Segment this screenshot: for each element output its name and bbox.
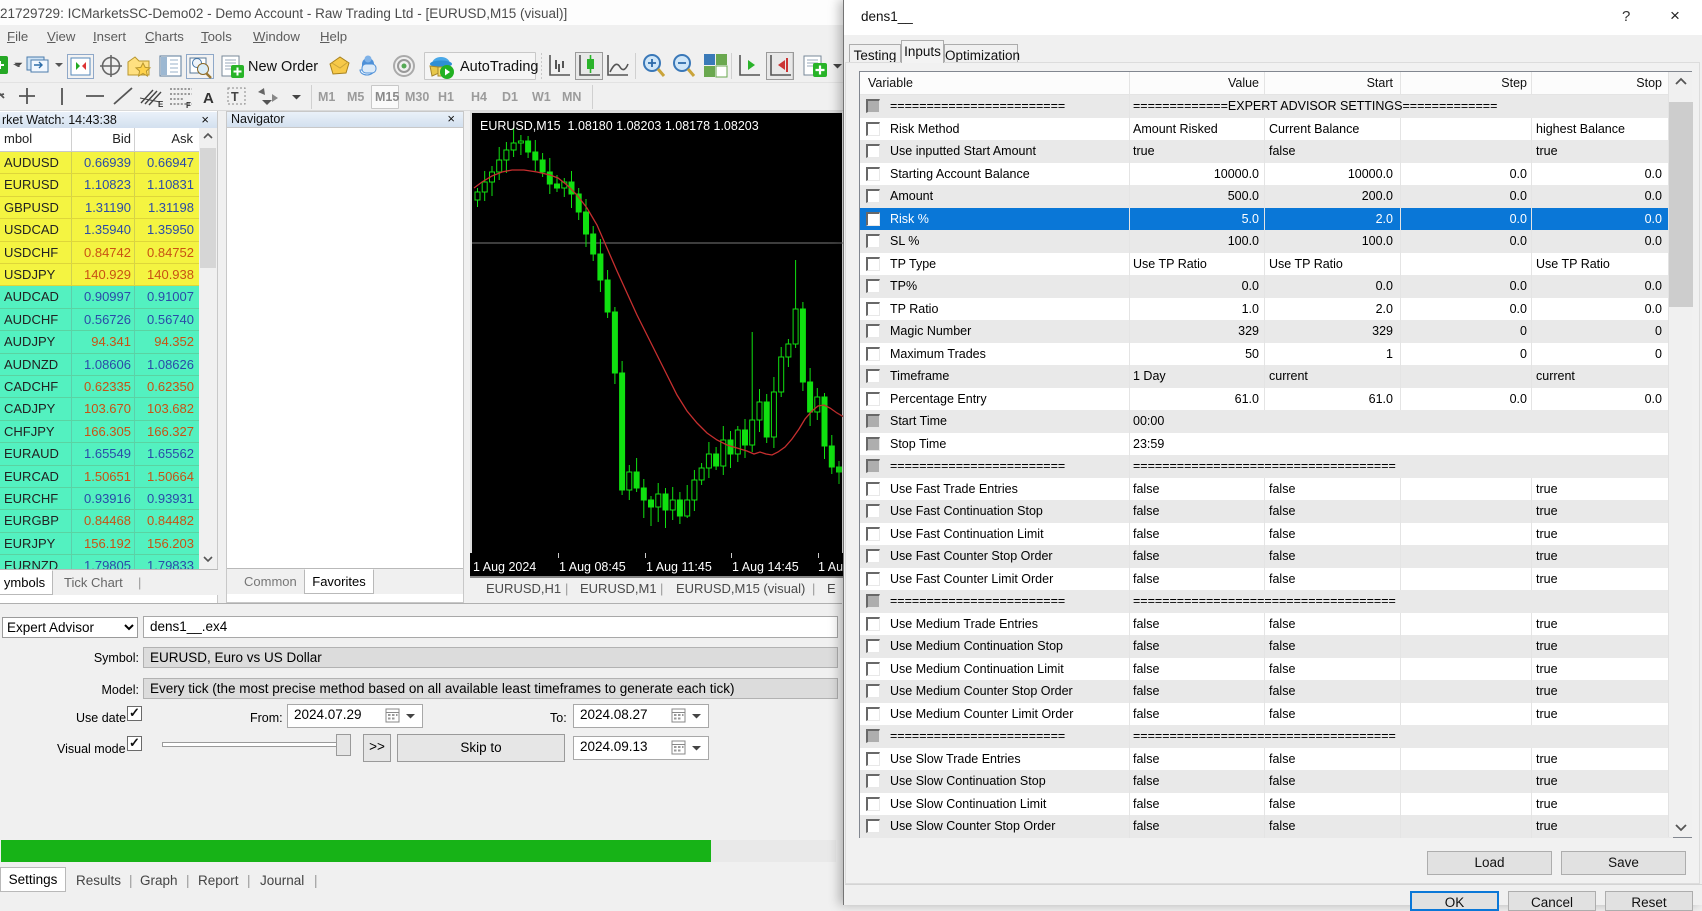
- svg-text:T: T: [231, 90, 239, 104]
- svg-text:F: F: [186, 101, 191, 110]
- svg-text:A: A: [203, 90, 214, 107]
- svg-text:AutoTrading: AutoTrading: [460, 59, 538, 75]
- svg-text:New Order: New Order: [248, 59, 318, 75]
- svg-text:E: E: [158, 100, 164, 109]
